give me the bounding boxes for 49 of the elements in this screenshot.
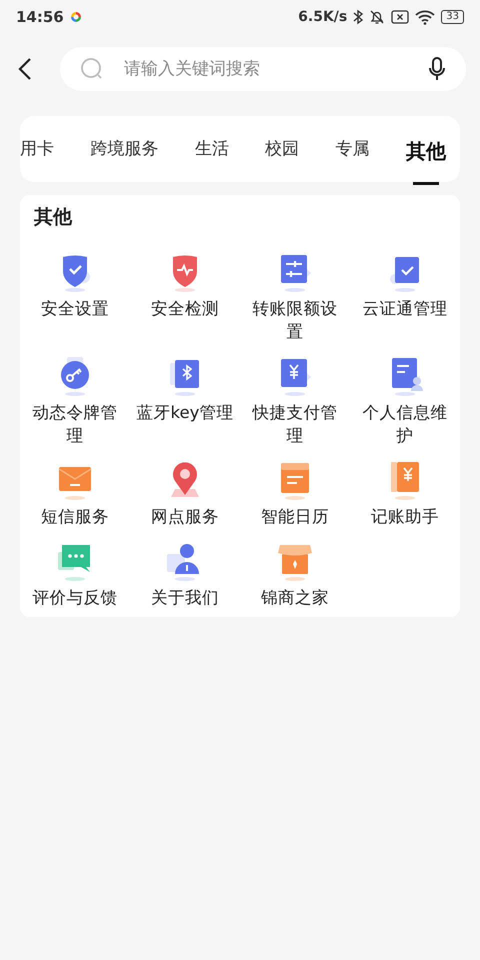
sim-icon: [391, 10, 410, 24]
service-label: 转账限额设置: [252, 298, 338, 343]
service-label: 记账助手: [370, 506, 440, 528]
service-label: 短信服务: [40, 506, 110, 528]
service-item[interactable]: 快捷支付管理: [240, 353, 350, 447]
microphone-icon[interactable]: [428, 56, 446, 82]
service-label: 智能日历: [260, 506, 330, 528]
search-icon: [80, 57, 104, 81]
service-label: 网点服务: [150, 506, 220, 528]
service-label: 安全设置: [40, 298, 110, 320]
category-tab[interactable]: 跨境服务: [90, 136, 158, 162]
service-item[interactable]: 智能日历: [240, 457, 350, 528]
network-speed: 6.5K/s: [298, 9, 348, 25]
category-tab[interactable]: 生活: [194, 136, 229, 162]
service-item[interactable]: 安全检测: [130, 249, 240, 343]
service-label: 锦商之家: [260, 587, 330, 609]
service-label: 动态令牌管理: [32, 402, 118, 447]
service-item[interactable]: 锦商之家: [240, 538, 350, 609]
category-tab[interactable]: 用卡: [20, 136, 54, 162]
service-label: 蓝牙key管理: [136, 402, 234, 424]
search-input[interactable]: 请输入关键词搜索: [122, 58, 410, 80]
service-item[interactable]: 网点服务: [130, 457, 240, 528]
service-item[interactable]: 安全设置: [20, 249, 130, 343]
service-item[interactable]: 评价与反馈: [20, 538, 130, 609]
service-item[interactable]: 转账限额设置: [240, 249, 350, 343]
category-tab[interactable]: 专属: [336, 136, 370, 162]
service-label: 安全检测: [150, 298, 220, 320]
service-item[interactable]: 短信服务: [20, 457, 130, 528]
service-item[interactable]: 关于我们: [130, 538, 240, 609]
service-item[interactable]: 动态令牌管理: [20, 353, 130, 447]
service-label: 快捷支付管理: [251, 402, 338, 447]
search-bar[interactable]: 请输入关键词搜索: [60, 47, 466, 91]
back-icon[interactable]: [18, 57, 32, 81]
category-tab[interactable]: 校园: [265, 136, 300, 162]
service-label: 评价与反馈: [32, 587, 118, 609]
app-logo-icon: [70, 11, 82, 23]
service-label: 云证通管理: [362, 298, 448, 320]
bluetooth-icon: [353, 9, 364, 25]
service-item[interactable]: 云证通管理: [350, 249, 460, 343]
service-item[interactable]: 个人信息维护: [350, 353, 460, 447]
section-title: 其他: [33, 205, 74, 229]
service-item[interactable]: 记账助手: [350, 457, 460, 528]
status-time: 14:56: [16, 8, 64, 26]
service-item[interactable]: 蓝牙key管理: [130, 353, 240, 447]
service-label: 个人信息维护: [362, 402, 448, 447]
battery-indicator: 33: [441, 10, 464, 24]
service-label: 关于我们: [150, 587, 220, 609]
bell-off-icon: [369, 9, 386, 25]
wifi-icon: [415, 10, 436, 24]
